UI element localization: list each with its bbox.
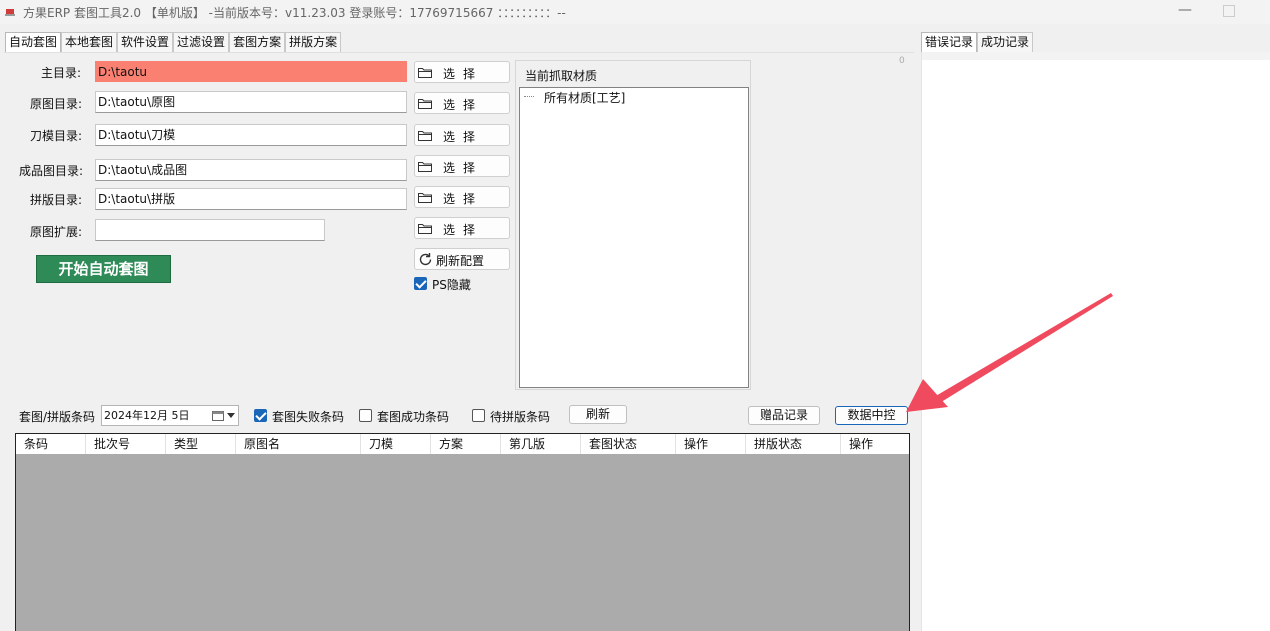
col-layout-status[interactable]: 拼版状态 — [746, 434, 841, 454]
success-barcode-label: 套图成功条码 — [377, 410, 450, 424]
refresh-config-button[interactable]: 刷新配置 — [414, 248, 510, 270]
barcode-filter-label: 套图/拼版条码 — [19, 410, 96, 424]
barcode-grid[interactable]: 条码 批次号 类型 原图名 刀模 方案 第几版 套图状态 操作 拼版状态 操作 — [15, 433, 910, 631]
fail-barcode-label: 套图失败条码 — [272, 410, 345, 424]
pending-layout-label: 待拼版条码 — [490, 410, 551, 424]
original-dir-field[interactable]: D:\taotu\原图 — [95, 91, 407, 113]
col-scheme[interactable]: 方案 — [431, 434, 501, 454]
tree-connector — [524, 96, 534, 97]
tab-layout-scheme[interactable]: 拼版方案 — [285, 32, 342, 52]
tab-success-log[interactable]: 成功记录 — [977, 32, 1034, 52]
tab-auto-mockup[interactable]: 自动套图 — [5, 32, 62, 53]
col-original-name[interactable]: 原图名 — [236, 434, 361, 454]
chevron-down-icon[interactable] — [227, 413, 235, 418]
ps-hide-checkbox[interactable] — [414, 277, 427, 290]
select-main-dir-button[interactable]: 选择 — [414, 61, 510, 83]
col-version[interactable]: 第几版 — [501, 434, 581, 454]
tab-mockup-scheme[interactable]: 套图方案 — [229, 32, 286, 52]
maximize-button[interactable] — [1222, 4, 1236, 18]
date-picker[interactable]: 2024年12月 5日 — [101, 405, 239, 426]
calendar-icon[interactable] — [212, 410, 224, 421]
main-dir-label: 主目录: — [41, 66, 82, 80]
select-button-label: 选择 — [443, 130, 484, 144]
corner-counter: 0 — [899, 56, 905, 66]
ps-hide-label: PS隐藏 — [432, 278, 471, 292]
select-ext-button[interactable]: 选择 — [414, 217, 510, 239]
select-button-label: 选择 — [443, 67, 484, 81]
product-dir-label: 成品图目录: — [19, 164, 84, 178]
material-group-title: 当前抓取材质 — [525, 69, 598, 83]
col-type[interactable]: 类型 — [166, 434, 236, 454]
gift-record-button[interactable]: 赠品记录 — [748, 406, 820, 425]
fail-barcode-checkbox[interactable] — [254, 409, 267, 422]
refresh-button[interactable]: 刷新 — [569, 405, 627, 424]
right-tab-bar: 错误记录 成功记录 — [921, 32, 1034, 53]
select-layout-dir-button[interactable]: 选择 — [414, 186, 510, 208]
product-dir-field[interactable]: D:\taotu\成品图 — [95, 159, 407, 181]
tree-item-all-materials[interactable]: 所有材质[工艺] — [544, 89, 625, 106]
original-dir-label: 原图目录: — [30, 97, 83, 111]
select-button-label: 选择 — [443, 223, 484, 237]
success-barcode-checkbox[interactable] — [359, 409, 372, 422]
col-operation-2[interactable]: 操作 — [841, 434, 909, 454]
select-die-dir-button[interactable]: 选择 — [414, 124, 510, 146]
minimize-button[interactable]: — — [1176, 2, 1194, 20]
date-value: 2024年12月 5日 — [104, 409, 190, 422]
folder-icon — [418, 68, 432, 78]
window-title: 方果ERP 套图工具2.0 【单机版】 -当前版本号：v11.23.03 登录账… — [23, 6, 566, 20]
folder-icon — [418, 224, 432, 234]
select-button-label: 选择 — [443, 98, 484, 112]
select-button-label: 选择 — [443, 192, 484, 206]
title-bar: 方果ERP 套图工具2.0 【单机版】 -当前版本号：v11.23.03 登录账… — [0, 0, 1270, 24]
folder-icon — [418, 131, 432, 141]
material-group: 当前抓取材质 所有材质[工艺] — [515, 60, 751, 390]
refresh-icon — [419, 253, 432, 266]
refresh-config-label: 刷新配置 — [436, 254, 485, 268]
maximize-icon — [1223, 5, 1235, 17]
original-ext-field[interactable] — [95, 219, 325, 241]
col-mockup-status[interactable]: 套图状态 — [581, 434, 676, 454]
col-die[interactable]: 刀模 — [361, 434, 431, 454]
folder-icon — [418, 193, 432, 203]
pending-layout-checkbox[interactable] — [472, 409, 485, 422]
start-auto-mockup-button[interactable]: 开始自动套图 — [36, 255, 171, 283]
annotation-arrow — [906, 293, 1113, 412]
die-dir-label: 刀模目录: — [30, 129, 83, 143]
col-barcode[interactable]: 条码 — [16, 434, 86, 454]
select-original-dir-button[interactable]: 选择 — [414, 92, 510, 114]
tab-local-mockup[interactable]: 本地套图 — [61, 32, 118, 52]
layout-dir-field[interactable]: D:\taotu\拼版 — [95, 188, 407, 210]
main-tab-bar: 自动套图 本地套图 软件设置 过滤设置 套图方案 拼版方案 — [5, 32, 342, 53]
material-tree[interactable]: 所有材质[工艺] — [519, 87, 749, 388]
layout-dir-label: 拼版目录: — [30, 193, 83, 207]
original-ext-label: 原图扩展: — [30, 225, 83, 239]
tab-filter-settings[interactable]: 过滤设置 — [173, 32, 230, 52]
app-logo-icon — [5, 9, 15, 16]
data-control-button[interactable]: 数据中控 — [835, 406, 908, 425]
main-dir-field[interactable]: D:\taotu — [95, 61, 407, 82]
tab-software-settings[interactable]: 软件设置 — [117, 32, 174, 52]
col-batch-number[interactable]: 批次号 — [86, 434, 166, 454]
select-button-label: 选择 — [443, 161, 484, 175]
die-dir-field[interactable]: D:\taotu\刀模 — [95, 124, 407, 146]
select-product-dir-button[interactable]: 选择 — [414, 155, 510, 177]
grid-header: 条码 批次号 类型 原图名 刀模 方案 第几版 套图状态 操作 拼版状态 操作 — [16, 434, 909, 454]
col-operation[interactable]: 操作 — [676, 434, 746, 454]
folder-icon — [418, 99, 432, 109]
folder-icon — [418, 162, 432, 172]
tab-error-log[interactable]: 错误记录 — [921, 32, 978, 53]
